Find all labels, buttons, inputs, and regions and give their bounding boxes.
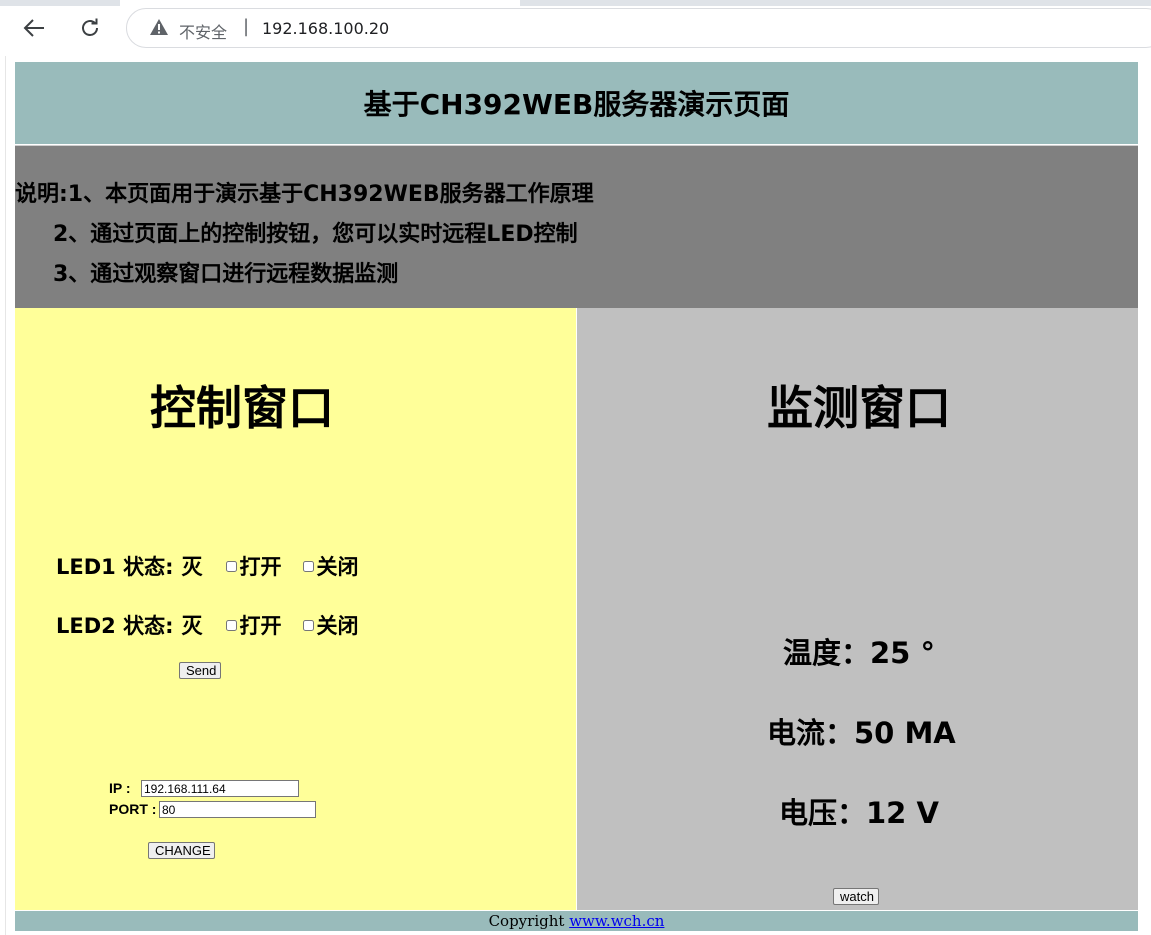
control-window: 控制窗口 LED1 状态: 灭 打开 关闭 LED2 状态: 灭 打开 关闭 S… [15, 308, 576, 910]
send-button[interactable]: Send [179, 662, 221, 679]
security-status[interactable]: 不安全 [179, 19, 227, 43]
led1-off-checkbox[interactable] [303, 560, 315, 572]
ip-label: IP : [109, 780, 131, 796]
led1-off-label: 关闭 [316, 555, 359, 579]
led1-state: 灭 [181, 555, 203, 579]
url-separator: | [243, 16, 250, 37]
page-footer: Copyright www.wch.cn [15, 911, 1138, 931]
led2-state: 灭 [181, 614, 203, 638]
led1-row: LED1 状态: 灭 打开 关闭 [56, 551, 358, 581]
ip-input[interactable] [141, 780, 299, 797]
url-text[interactable]: 192.168.100.20 [262, 19, 389, 38]
monitor-window-title: 监测窗口 [767, 381, 951, 435]
led2-off-checkbox[interactable] [303, 619, 315, 631]
browser-toolbar: 不安全 | 192.168.100.20 [0, 0, 1151, 56]
port-label: PORT : [109, 801, 157, 817]
back-arrow-icon[interactable] [18, 12, 50, 44]
monitor-window: 监测窗口 温度：25 ° 电流：50 MA 电压：12 V watch [577, 308, 1138, 910]
tab-strip [0, 0, 1151, 6]
description-line-2: 2、通过页面上的控制按钮，您可以实时远程LED控制 [53, 222, 578, 247]
led1-on-checkbox[interactable] [226, 560, 238, 572]
description-line-1: 说明:1、本页面用于演示基于CH392WEB服务器工作原理 [15, 182, 594, 207]
current-reading: 电流：50 MA [767, 716, 956, 750]
led2-off-label: 关闭 [316, 614, 359, 638]
warning-icon[interactable] [149, 18, 169, 40]
web-page: 基于CH392WEB服务器演示页面 说明:1、本页面用于演示基于CH392WEB… [5, 56, 1151, 935]
led2-label: LED2 状态: [56, 614, 174, 638]
page-header: 基于CH392WEB服务器演示页面 [15, 62, 1138, 144]
change-button[interactable]: CHANGE [148, 842, 215, 859]
active-tab[interactable] [120, 0, 520, 6]
copyright-text: Copyright [488, 912, 570, 930]
description-line-3: 3、通过观察窗口进行远程数据监测 [53, 262, 399, 287]
led1-label: LED1 状态: [56, 555, 174, 579]
led1-on-label: 打开 [239, 555, 282, 579]
voltage-reading: 电压：12 V [779, 796, 939, 830]
wch-link[interactable]: www.wch.cn [569, 912, 664, 930]
page-title: 基于CH392WEB服务器演示页面 [363, 88, 790, 121]
watch-button[interactable]: watch [833, 888, 879, 905]
temperature-reading: 温度：25 ° [783, 636, 935, 670]
description-panel: 说明:1、本页面用于演示基于CH392WEB服务器工作原理 2、通过页面上的控制… [15, 145, 1138, 308]
led2-on-label: 打开 [239, 614, 282, 638]
led2-on-checkbox[interactable] [226, 619, 238, 631]
control-window-title: 控制窗口 [150, 381, 334, 435]
led2-row: LED2 状态: 灭 打开 关闭 [56, 610, 358, 640]
port-input[interactable] [159, 801, 316, 818]
reload-icon[interactable] [74, 12, 106, 44]
address-bar[interactable]: 不安全 | 192.168.100.20 [126, 8, 1151, 48]
